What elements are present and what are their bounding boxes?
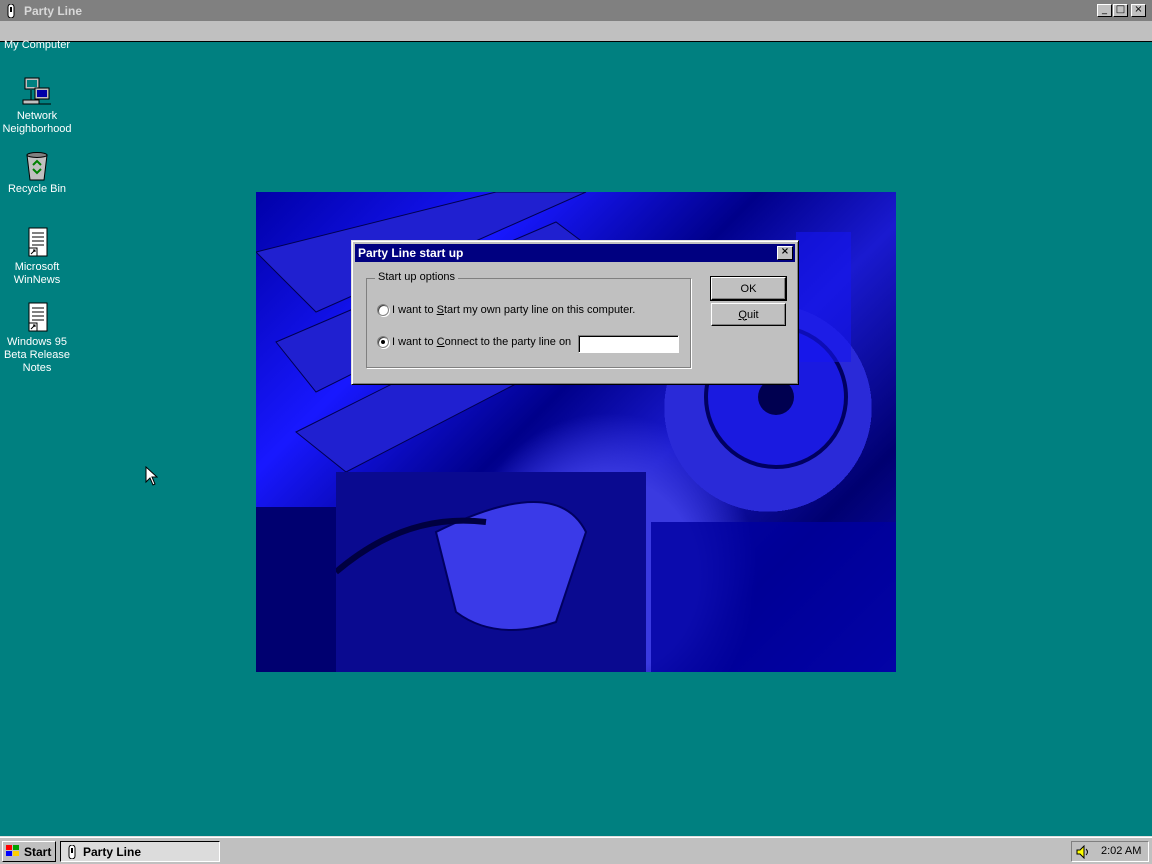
radio-connect[interactable] xyxy=(377,336,389,348)
recycle-bin-icon xyxy=(26,152,48,181)
clock[interactable]: 2:02 AM xyxy=(1101,845,1141,857)
maximize-button[interactable]: □ xyxy=(1113,4,1128,17)
minimize-button[interactable]: _ xyxy=(1097,4,1112,17)
close-button[interactable]: × xyxy=(1131,4,1146,17)
desktop-icon-network-neighborhood[interactable]: Network Neighborhood xyxy=(0,76,74,136)
mouse-pointer-icon xyxy=(145,466,158,486)
taskbar-item-label: Party Line xyxy=(83,845,142,859)
start-button[interactable]: Start xyxy=(2,841,56,862)
startup-dialog: Party Line start up × Start up options I… xyxy=(351,240,799,385)
phone-icon xyxy=(68,845,76,859)
desktop-icon-microsoft-winnews[interactable]: Microsoft WinNews xyxy=(0,227,74,287)
phone-icon xyxy=(7,4,15,18)
radio-connect-label: I want to Connect to the party line on xyxy=(392,336,572,348)
dialog-titlebar[interactable]: Party Line start up × xyxy=(355,244,795,262)
speaker-icon[interactable] xyxy=(1075,845,1091,859)
menu-bar xyxy=(0,22,1152,42)
desktop-icon-windows-95-beta-release-notes[interactable]: Windows 95 Beta Release Notes xyxy=(0,302,74,375)
desktop-icon-label: My Computer xyxy=(3,39,71,51)
windows-logo-icon xyxy=(6,845,19,856)
close-button[interactable]: × xyxy=(777,246,793,260)
network-icon xyxy=(22,77,51,105)
start-label: Start xyxy=(24,845,52,859)
taskbar-item-party-line[interactable]: Party Line xyxy=(60,841,220,862)
ok-button[interactable]: OK xyxy=(710,276,787,301)
dialog-title: Party Line start up xyxy=(358,246,464,260)
desktop-icon-recycle-bin[interactable]: Recycle Bin xyxy=(0,151,74,196)
radio-start[interactable] xyxy=(377,304,389,316)
desktop-icon-label: Windows 95 Beta Release Notes xyxy=(3,336,71,374)
window-titlebar[interactable]: Party Line _ □ × xyxy=(0,0,1152,22)
radio-start-label: I want to Start my own party line on thi… xyxy=(392,304,636,316)
quit-button[interactable]: Quit xyxy=(711,303,786,326)
desktop-icon-my-computer[interactable]: My Computer xyxy=(0,39,74,52)
host-input[interactable] xyxy=(578,335,679,353)
party-line-window: Party Line _ □ × xyxy=(0,0,1152,43)
document-shortcut-icon xyxy=(28,302,48,332)
taskbar: Start Party Line 2:02 AM xyxy=(0,836,1152,864)
desktop-icon-label: Network Neighborhood xyxy=(2,110,72,135)
desktop-icon-label: Recycle Bin xyxy=(7,183,67,195)
desktop-icon-label: Microsoft WinNews xyxy=(13,261,61,286)
radio-selected-dot xyxy=(381,340,385,344)
system-tray: 2:02 AM xyxy=(1071,841,1149,862)
group-label: Start up options xyxy=(375,271,459,283)
document-shortcut-icon xyxy=(28,227,48,257)
window-title: Party Line xyxy=(24,4,83,18)
startup-options-group: Start up options I want to Start my own … xyxy=(366,271,691,368)
